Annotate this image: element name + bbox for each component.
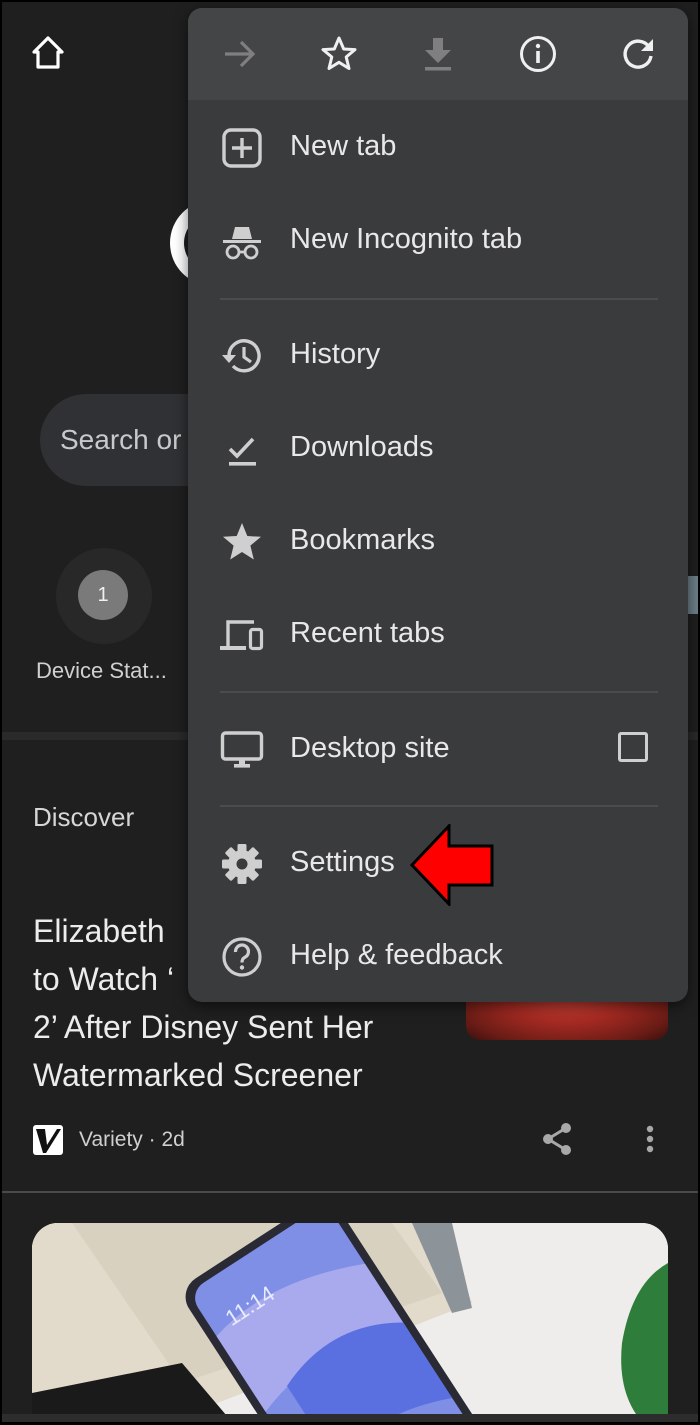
- menu-item-label: Bookmarks: [290, 524, 436, 556]
- red-arrow-annotation: [410, 824, 494, 906]
- arrow-right-icon: [225, 40, 256, 68]
- home-button[interactable]: [28, 33, 68, 73]
- more-vert-icon: [646, 1125, 654, 1153]
- desktop-site-checkbox[interactable]: [618, 732, 648, 762]
- menu-item-desktop-site[interactable]: Desktop site: [188, 704, 688, 796]
- browser-screen: Search or 1 Device Stat... Discover Eliz…: [2, 2, 698, 1422]
- devices-icon: [220, 620, 264, 651]
- help-icon: [222, 937, 262, 977]
- article-hero-image[interactable]: 11:14: [32, 1223, 668, 1422]
- menu-item-bookmarks[interactable]: Bookmarks: [188, 496, 688, 588]
- article-source-row: Variety · 2d: [33, 1124, 185, 1156]
- star-filled-icon: [223, 523, 261, 560]
- menu-item-label: New Incognito tab: [290, 223, 523, 255]
- menu-item-label: New tab: [290, 130, 397, 162]
- shortcut-badge: 1: [78, 570, 128, 620]
- home-icon: [32, 36, 64, 69]
- shortcut-label: Device Stat...: [36, 658, 167, 683]
- feed-divider: [2, 1191, 698, 1193]
- menu-item-new-incognito-tab[interactable]: New Incognito tab: [188, 195, 688, 287]
- menu-divider: [220, 805, 658, 807]
- discover-heading: Discover: [33, 802, 135, 832]
- download-icon: [425, 38, 451, 71]
- menu-item-history[interactable]: History: [188, 310, 688, 402]
- download-page-button[interactable]: [418, 34, 458, 74]
- menu-item-label: Settings: [290, 846, 395, 878]
- menu-item-downloads[interactable]: Downloads: [188, 403, 688, 495]
- refresh-icon: [623, 39, 653, 69]
- menu-item-new-tab[interactable]: New tab: [188, 102, 688, 194]
- reload-button[interactable]: [618, 34, 658, 74]
- menu-item-recent-tabs[interactable]: Recent tabs: [188, 589, 688, 681]
- star-outline-icon: [321, 36, 357, 70]
- gear-icon: [222, 844, 262, 884]
- downloads-check-icon: [228, 437, 256, 466]
- article-title-line: Watermarked Screener: [33, 1057, 363, 1093]
- info-icon: [520, 36, 556, 72]
- bookmark-page-button[interactable]: [319, 34, 359, 74]
- menu-toolbar: [188, 8, 688, 100]
- menu-item-label: History: [290, 338, 381, 370]
- share-icon: [543, 1123, 571, 1155]
- variety-logo-icon: [33, 1125, 63, 1155]
- menu-divider: [220, 298, 658, 300]
- bottom-bar: [2, 1414, 698, 1422]
- menu-divider: [220, 691, 658, 693]
- page-info-button[interactable]: [518, 34, 558, 74]
- search-placeholder: Search or: [60, 424, 182, 455]
- more-options-button[interactable]: [640, 1122, 660, 1156]
- shortcut-thumbnail[interactable]: [688, 576, 698, 614]
- menu-item-label: Desktop site: [290, 732, 450, 764]
- menu-item-label: Help & feedback: [290, 939, 503, 971]
- article-title-line: 2’ After Disney Sent Her: [33, 1009, 374, 1045]
- monitor-icon: [220, 731, 264, 768]
- menu-item-label: Downloads: [290, 431, 434, 463]
- share-button[interactable]: [540, 1122, 574, 1156]
- incognito-icon: [223, 227, 261, 260]
- menu-item-help-feedback[interactable]: Help & feedback: [188, 911, 688, 1002]
- forward-button[interactable]: [220, 34, 260, 74]
- shortcut-tile[interactable]: 1: [56, 548, 152, 644]
- new-tab-icon: [222, 128, 262, 168]
- menu-item-label: Recent tabs: [290, 617, 445, 649]
- article-meta: Variety · 2d: [79, 1128, 185, 1151]
- history-icon: [222, 339, 261, 373]
